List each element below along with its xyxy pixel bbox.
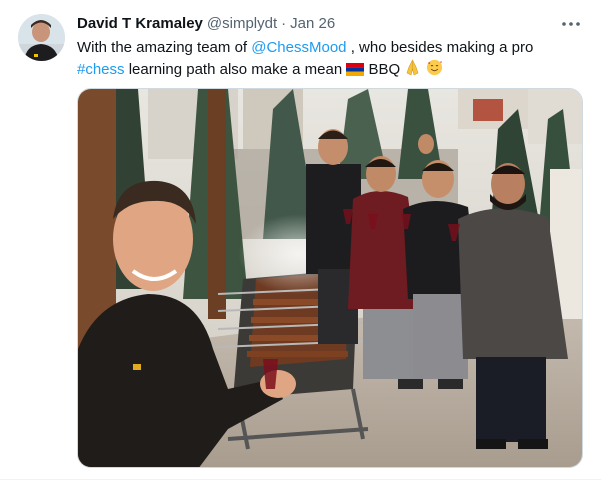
author-avatar[interactable] (18, 14, 65, 61)
header-separator: · (281, 15, 287, 32)
tweet-photo[interactable] (77, 88, 583, 468)
tweet-text-part4: BBQ (364, 61, 405, 78)
tweet-header: David T Kramaley @simplydt · Jan 26 (77, 14, 335, 34)
smiling-face-with-hearts-icon (426, 59, 443, 83)
armenia-flag-icon (346, 61, 365, 83)
tweet-text: With the amazing team of @ChessMood , wh… (77, 37, 577, 83)
author-handle[interactable]: @simplydt (207, 14, 277, 34)
more-options-button[interactable] (559, 14, 583, 34)
folded-hands-icon (404, 59, 421, 83)
more-horizontal-icon (562, 22, 580, 26)
tweet-card[interactable]: David T Kramaley @simplydt · Jan 26 With… (0, 0, 601, 480)
tweet-text-part2: , who besides making a pro (346, 39, 534, 56)
hashtag-link[interactable]: #chess (77, 61, 125, 78)
bbq-group-photo (78, 89, 582, 467)
mention-link[interactable]: @ChessMood (251, 39, 346, 56)
tweet-date[interactable]: Jan 26 (290, 14, 335, 34)
avatar-image (18, 14, 65, 61)
author-name[interactable]: David T Kramaley (77, 14, 203, 34)
tweet-text-part3: learning path also make a mean (124, 61, 347, 78)
tweet-text-part1: With the amazing team of (77, 39, 252, 56)
